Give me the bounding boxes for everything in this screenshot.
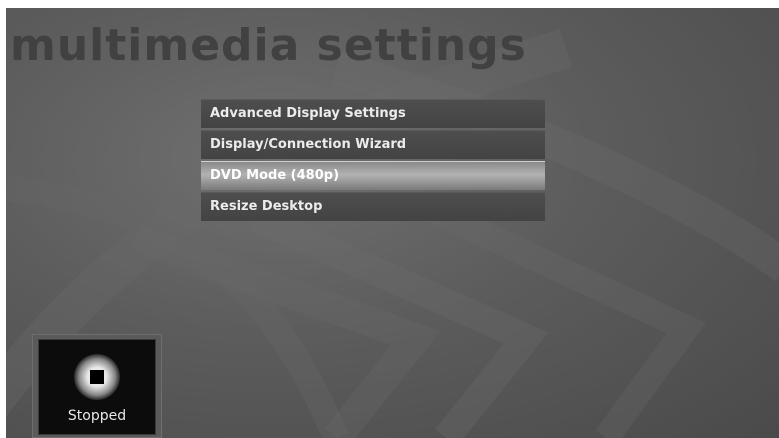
menu-item-dvd-mode[interactable]: DVD Mode (480p)	[201, 161, 545, 190]
menu-item-display-connection-wizard[interactable]: Display/Connection Wizard	[201, 130, 545, 159]
media-center-screen: multimedia settings Advanced Display Set…	[6, 8, 779, 438]
player-status-label: Stopped	[67, 408, 127, 424]
stop-icon	[90, 370, 104, 384]
stop-glow	[74, 354, 120, 400]
now-playing-mini-player[interactable]: Stopped	[32, 334, 162, 438]
settings-menu: Advanced Display Settings Display/Connec…	[201, 99, 545, 223]
menu-item-advanced-display-settings[interactable]: Advanced Display Settings	[201, 99, 545, 128]
page-title: multimedia settings	[10, 20, 527, 71]
mini-player-display: Stopped	[38, 339, 156, 435]
menu-item-resize-desktop[interactable]: Resize Desktop	[201, 192, 545, 221]
